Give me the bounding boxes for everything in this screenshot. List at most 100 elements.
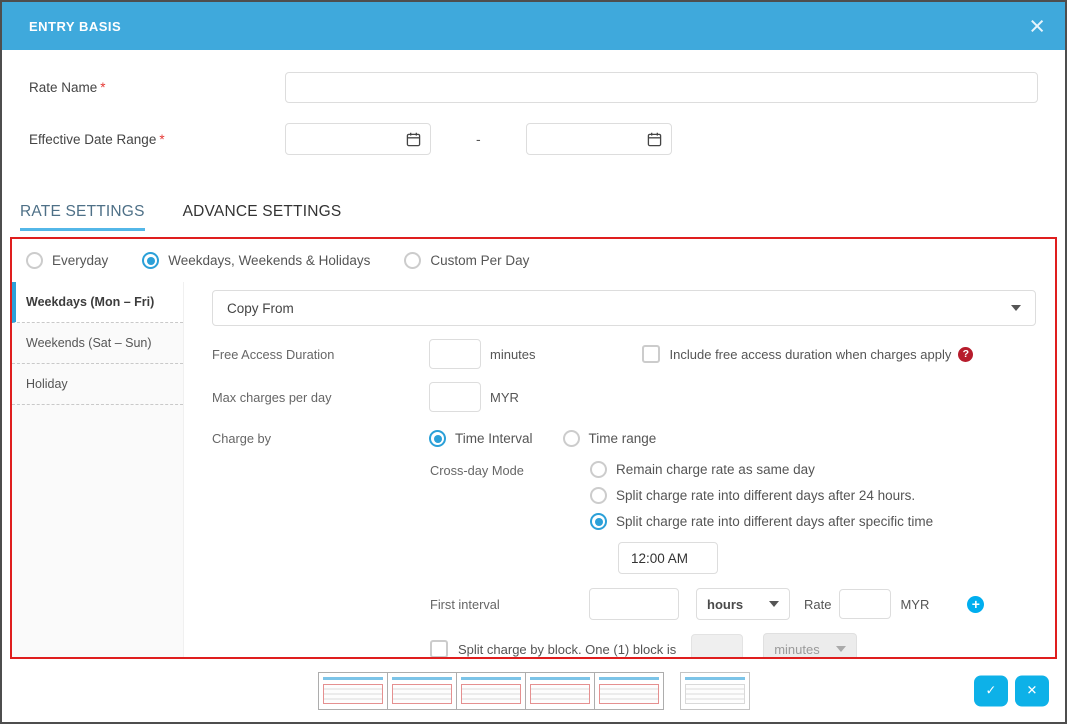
top-form: Rate Name* Effective Date Range* - <box>2 50 1065 175</box>
panel-body: Weekdays (Mon – Fri) Weekends (Sat – Sun… <box>12 282 1055 657</box>
radio-icon <box>404 252 421 269</box>
day-mode-options: Everyday Weekdays, Weekends & Holidays C… <box>12 239 1055 282</box>
date-start-input[interactable] <box>296 131 406 148</box>
first-interval-input[interactable] <box>589 588 679 620</box>
chevron-down-icon <box>836 646 846 652</box>
tab-advance-settings[interactable]: ADVANCE SETTINGS <box>183 203 342 231</box>
max-charges-row: Max charges per day MYR <box>212 382 1036 412</box>
radio-weekdays-weekends-holidays[interactable]: Weekdays, Weekends & Holidays <box>142 252 370 269</box>
calendar-icon[interactable] <box>406 132 421 147</box>
interval-unit-value: hours <box>707 597 743 612</box>
footer-buttons: ✓ ✕ <box>974 675 1049 706</box>
date-end-input[interactable] <box>537 131 647 148</box>
copy-from-dropdown[interactable]: Copy From <box>212 290 1036 326</box>
modal-footer: ✓ ✕ <box>2 659 1065 722</box>
calendar-icon[interactable] <box>647 132 662 147</box>
add-interval-icon[interactable]: + <box>967 596 984 613</box>
cross-day-mode-section: Cross-day Mode Remain charge rate as sam… <box>430 461 1036 574</box>
day-type-sidebar: Weekdays (Mon – Fri) Weekends (Sat – Sun… <box>12 282 184 657</box>
free-access-label: Free Access Duration <box>212 347 429 362</box>
radio-selected-icon <box>590 513 607 530</box>
date-range-row: Effective Date Range* - <box>29 123 1038 155</box>
date-separator: - <box>476 131 481 147</box>
specific-time-input[interactable] <box>618 542 718 574</box>
radio-label: Everyday <box>52 253 108 268</box>
checkbox-label: Include free access duration when charge… <box>670 347 952 362</box>
split-block-checkbox[interactable]: Split charge by block. One (1) block is <box>430 640 676 657</box>
date-end-field[interactable] <box>526 123 672 155</box>
screenshot-thumbnail[interactable] <box>525 672 595 710</box>
screenshot-thumbnail[interactable] <box>387 672 457 710</box>
charge-by-label: Charge by <box>212 431 429 446</box>
radio-remain-same-day[interactable]: Remain charge rate as same day <box>590 461 933 478</box>
radio-label: Time range <box>589 431 657 446</box>
radio-label: Split charge rate into different days af… <box>616 514 933 529</box>
radio-custom-per-day[interactable]: Custom Per Day <box>404 252 529 269</box>
radio-time-interval[interactable]: Time Interval <box>429 430 533 447</box>
radio-selected-icon <box>142 252 159 269</box>
date-range-label: Effective Date Range* <box>29 132 285 147</box>
radio-everyday[interactable]: Everyday <box>26 252 108 269</box>
radio-icon <box>563 430 580 447</box>
max-charges-unit: MYR <box>490 390 519 405</box>
sidebar-item-weekdays[interactable]: Weekdays (Mon – Fri) <box>12 282 183 323</box>
sidebar-item-weekends[interactable]: Weekends (Sat – Sun) <box>12 323 183 364</box>
chevron-down-icon <box>1011 305 1021 311</box>
rate-currency: MYR <box>900 597 929 612</box>
cross-day-mode-label: Cross-day Mode <box>430 461 590 574</box>
required-asterisk: * <box>159 132 164 147</box>
rate-input[interactable] <box>839 589 891 619</box>
radio-time-range[interactable]: Time range <box>563 430 657 447</box>
screenshot-thumbnail[interactable] <box>318 672 388 710</box>
first-interval-row: First interval hours Rate MYR + <box>430 588 1036 620</box>
checkbox-icon <box>430 640 448 657</box>
checkbox-label: Split charge by block. One (1) block is <box>458 642 676 657</box>
interval-unit-dropdown[interactable]: hours <box>696 588 790 620</box>
checkbox-icon <box>642 345 660 363</box>
split-block-row: Split charge by block. One (1) block is … <box>430 633 1036 657</box>
radio-icon <box>590 487 607 504</box>
date-start-field[interactable] <box>285 123 431 155</box>
rate-name-label: Rate Name* <box>29 80 285 95</box>
rate-settings-panel: Everyday Weekdays, Weekends & Holidays C… <box>10 237 1057 659</box>
rate-label: Rate <box>804 597 831 612</box>
block-size-input <box>691 634 743 657</box>
radio-split-after-specific-time[interactable]: Split charge rate into different days af… <box>590 513 933 530</box>
block-unit-value: minutes <box>774 642 820 657</box>
radio-label: Weekdays, Weekends & Holidays <box>168 253 370 268</box>
charge-by-options: Time Interval Time range <box>429 430 656 447</box>
screenshot-thumbnail[interactable] <box>680 672 750 710</box>
rate-name-row: Rate Name* <box>29 72 1038 103</box>
modal-title: ENTRY BASIS <box>29 19 121 34</box>
max-charges-label: Max charges per day <box>212 390 429 405</box>
block-unit-dropdown: minutes <box>763 633 857 657</box>
radio-split-after-24-hours[interactable]: Split charge rate into different days af… <box>590 487 933 504</box>
chevron-down-icon <box>769 601 779 607</box>
thumbnail-strip <box>318 672 750 710</box>
close-icon[interactable]: × <box>1029 13 1045 40</box>
rate-name-input[interactable] <box>285 72 1038 103</box>
day-settings-content: Copy From Free Access Duration minutes I… <box>184 282 1055 657</box>
rate-name-label-text: Rate Name <box>29 80 97 95</box>
screenshot-thumbnail[interactable] <box>456 672 526 710</box>
required-asterisk: * <box>100 80 105 95</box>
radio-selected-icon <box>429 430 446 447</box>
help-icon[interactable]: ? <box>958 347 973 362</box>
confirm-button[interactable]: ✓ <box>974 675 1008 706</box>
sidebar-item-holiday[interactable]: Holiday <box>12 364 183 405</box>
settings-tabs: RATE SETTINGS ADVANCE SETTINGS <box>2 175 1065 231</box>
tab-rate-settings[interactable]: RATE SETTINGS <box>20 203 145 231</box>
copy-from-label: Copy From <box>227 301 294 316</box>
free-access-row: Free Access Duration minutes Include fre… <box>212 339 1036 369</box>
screenshot-thumbnail[interactable] <box>594 672 664 710</box>
free-access-input[interactable] <box>429 339 481 369</box>
date-range-label-text: Effective Date Range <box>29 132 156 147</box>
max-charges-input[interactable] <box>429 382 481 412</box>
cancel-button[interactable]: ✕ <box>1015 675 1049 706</box>
radio-label: Custom Per Day <box>430 253 529 268</box>
include-free-access-checkbox[interactable]: Include free access duration when charge… <box>642 345 974 363</box>
radio-label: Time Interval <box>455 431 533 446</box>
entry-basis-modal: ENTRY BASIS × Rate Name* Effective Date … <box>0 0 1067 724</box>
modal-header: ENTRY BASIS × <box>2 2 1065 50</box>
radio-label: Split charge rate into different days af… <box>616 488 915 503</box>
